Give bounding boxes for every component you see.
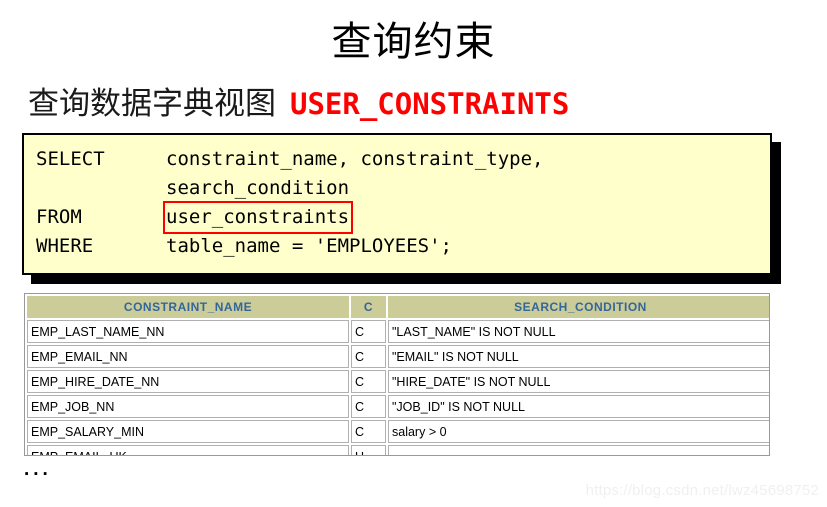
table-row: EMP_HIRE_DATE_NN C "HIRE_DATE" IS NOT NU…: [27, 370, 769, 393]
cell-constraint-type: C: [351, 320, 386, 343]
table-header-row: CONSTRAINT_NAME C SEARCH_CONDITION: [27, 296, 769, 318]
cell-constraint-name: EMP_LAST_NAME_NN: [27, 320, 349, 343]
cell-search-condition: salary > 0: [388, 420, 769, 443]
sql-code-block-wrapper: SELECT constraint_name, constraint_type, …: [22, 133, 772, 275]
subtitle-label: 查询数据字典视图: [28, 86, 276, 121]
sql-line: FROM user_constraints: [36, 201, 758, 234]
cell-constraint-name: EMP_HIRE_DATE_NN: [27, 370, 349, 393]
cell-constraint-type: C: [351, 345, 386, 368]
truncation-ellipsis: ...: [24, 459, 52, 480]
sql-line: search_condition: [36, 174, 758, 203]
cell-search-condition: [388, 445, 769, 455]
table-row: EMP_EMAIL_NN C "EMAIL" IS NOT NULL: [27, 345, 769, 368]
column-header-constraint-type: C: [351, 296, 386, 318]
cell-constraint-name: EMP_EMAIL_NN: [27, 345, 349, 368]
cell-constraint-type: U: [351, 445, 386, 455]
table-row: EMP_JOB_NN C "JOB_ID" IS NOT NULL: [27, 395, 769, 418]
cell-constraint-type: C: [351, 420, 386, 443]
table-row: EMP_SALARY_MIN C salary > 0: [27, 420, 769, 443]
sql-value: search_condition: [166, 177, 350, 199]
sql-line: SELECT constraint_name, constraint_type,: [36, 145, 758, 174]
cell-search-condition: "EMAIL" IS NOT NULL: [388, 345, 769, 368]
column-header-search-condition: SEARCH_CONDITION: [388, 296, 769, 318]
sql-keyword: WHERE: [36, 235, 94, 257]
sql-keyword: FROM: [36, 206, 82, 228]
cell-search-condition: "HIRE_DATE" IS NOT NULL: [388, 370, 769, 393]
cell-constraint-type: C: [351, 395, 386, 418]
result-table-container: CONSTRAINT_NAME C SEARCH_CONDITION EMP_L…: [24, 293, 770, 456]
cell-constraint-type: C: [351, 370, 386, 393]
table-row: EMP_LAST_NAME_NN C "LAST_NAME" IS NOT NU…: [27, 320, 769, 343]
sql-code-block: SELECT constraint_name, constraint_type, …: [22, 133, 772, 275]
cell-search-condition: "LAST_NAME" IS NOT NULL: [388, 320, 769, 343]
column-header-constraint-name: CONSTRAINT_NAME: [27, 296, 349, 318]
cell-constraint-name: EMP_JOB_NN: [27, 395, 349, 418]
sql-keyword: SELECT: [36, 148, 105, 170]
table-row: EMP_EMAIL_UK U: [27, 445, 769, 455]
cell-constraint-name: EMP_EMAIL_UK: [27, 445, 349, 455]
sql-value: table_name = 'EMPLOYEES';: [166, 235, 452, 257]
sql-value-highlighted: user_constraints: [163, 201, 354, 234]
subtitle: 查询数据字典视图 USER_CONSTRAINTS: [0, 88, 827, 119]
sql-line: WHERE table_name = 'EMPLOYEES';: [36, 232, 758, 261]
cell-search-condition: "JOB_ID" IS NOT NULL: [388, 395, 769, 418]
sql-keyword: [36, 174, 166, 203]
cell-constraint-name: EMP_SALARY_MIN: [27, 420, 349, 443]
result-table: CONSTRAINT_NAME C SEARCH_CONDITION EMP_L…: [25, 294, 769, 455]
watermark: https://blog.csdn.net/lwz45698752: [585, 482, 819, 499]
page-title: 查询约束: [331, 19, 496, 64]
subtitle-view-name: USER_CONSTRAINTS: [290, 87, 570, 121]
sql-value: constraint_name, constraint_type,: [166, 148, 544, 170]
